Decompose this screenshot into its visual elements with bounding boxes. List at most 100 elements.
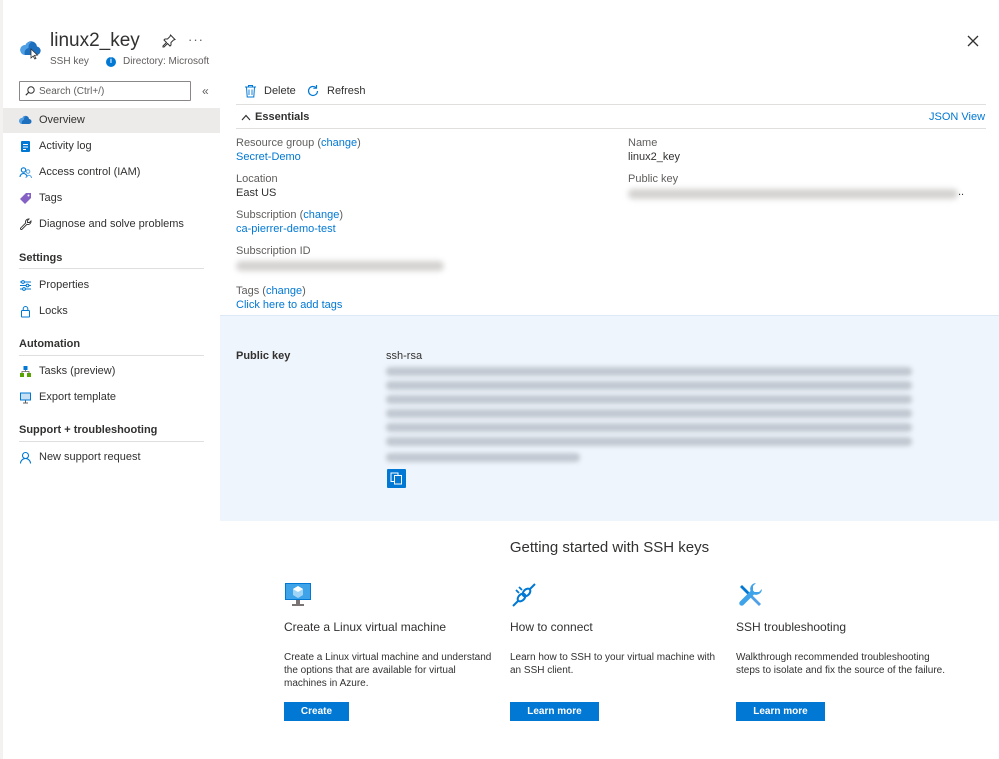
chevron-up-icon[interactable] — [241, 114, 251, 121]
location-value: East US — [236, 187, 277, 199]
sidebar-item-label: Diagnose and solve problems — [39, 218, 184, 230]
sidebar-item-label: Tags — [39, 192, 63, 204]
sidebar-item-label: Tasks (preview) — [39, 365, 116, 377]
sidebar-item-export-template[interactable]: Export template — [3, 385, 220, 410]
location-label: Location — [236, 173, 278, 185]
info-icon: i — [106, 57, 116, 67]
subscription-field: Subscription (change) — [236, 209, 344, 221]
sidebar-item-label: Activity log — [39, 140, 92, 152]
lock-icon — [21, 306, 30, 318]
cloud-key-icon — [19, 115, 32, 124]
section-divider — [19, 441, 204, 442]
card-title: Create a Linux virtual machine — [284, 620, 447, 634]
copy-icon — [390, 472, 402, 485]
public-key-blur-line — [386, 381, 912, 390]
card-description: Learn how to SSH to your virtual machine… — [510, 652, 716, 676]
public-key-panel-label: Public key — [236, 350, 291, 362]
public-key-blur-line — [386, 423, 912, 432]
public-key-blur-line — [386, 437, 912, 446]
section-divider — [19, 268, 204, 269]
sidebar-item-label: Locks — [39, 305, 68, 317]
public-key-blur-line — [386, 367, 912, 376]
public-key-type: ssh-rsa — [386, 350, 423, 362]
wrench-icon — [20, 218, 32, 230]
sidebar-item-label: New support request — [39, 451, 141, 463]
refresh-icon — [307, 85, 319, 97]
more-options-icon[interactable]: ··· — [188, 32, 204, 47]
change-resource-group-link[interactable]: change — [321, 137, 357, 149]
name-value: linux2_key — [628, 151, 680, 163]
sidebar-section-settings: Settings — [19, 252, 63, 264]
sidebar-section-support: Support + troubleshooting — [19, 424, 158, 436]
how-to-connect-learn-more-button[interactable]: Learn more — [510, 702, 599, 721]
subscription-id-label: Subscription ID — [236, 245, 311, 257]
tag-icon — [20, 193, 31, 204]
json-view-link[interactable]: JSON View — [929, 111, 985, 123]
sidebar-item-tags[interactable]: Tags — [3, 186, 220, 211]
resource-group-value[interactable]: Secret-Demo — [236, 151, 301, 163]
tools-icon — [739, 583, 762, 606]
change-subscription-link[interactable]: change — [303, 209, 339, 221]
sidebar-item-label: Access control (IAM) — [39, 166, 141, 178]
delete-button[interactable]: Delete — [244, 83, 296, 99]
public-key-panel — [220, 315, 999, 521]
sidebar-item-tasks[interactable]: Tasks (preview) — [3, 359, 220, 384]
subscription-value[interactable]: ca-pierrer-demo-test — [236, 223, 336, 235]
change-tags-link[interactable]: change — [266, 285, 302, 297]
name-label: Name — [628, 137, 658, 149]
public-key-blur-line — [386, 409, 912, 418]
sidebar-item-activity-log[interactable]: Activity log — [3, 134, 220, 159]
sidebar-section-automation: Automation — [19, 338, 81, 350]
search-box[interactable] — [19, 81, 191, 101]
resource-group-field: Resource group (change) — [236, 137, 361, 149]
collapse-sidebar-icon[interactable]: « — [202, 84, 209, 98]
public-key-blur-line — [386, 395, 912, 404]
ssh-key-resource-icon — [20, 41, 41, 60]
people-icon — [19, 167, 32, 179]
virtual-machine-icon — [285, 583, 311, 606]
directory-label: Directory: Microsoft — [123, 56, 210, 67]
essentials-header[interactable]: Essentials — [255, 111, 309, 123]
page-title: linux2_key — [50, 30, 140, 51]
command-bar-divider — [236, 104, 986, 105]
tags-field: Tags (change) — [236, 285, 306, 297]
public-key-label: Public key — [628, 173, 679, 185]
public-key-ellipsis: .. — [958, 186, 965, 198]
card-description: Create a Linux virtual machine and under… — [284, 652, 492, 689]
subscription-id-redacted — [236, 261, 444, 271]
export-template-icon — [20, 392, 31, 404]
add-tags-link[interactable]: Click here to add tags — [236, 299, 342, 311]
public-key-blur-line — [386, 453, 580, 462]
trash-icon — [245, 85, 256, 98]
card-title: How to connect — [510, 620, 593, 634]
resource-type: SSH key — [50, 56, 89, 67]
tasks-icon — [20, 366, 31, 377]
sidebar-item-locks[interactable]: Locks — [3, 299, 220, 324]
refresh-button[interactable]: Refresh — [306, 83, 366, 99]
getting-started-title: Getting started with SSH keys — [509, 539, 710, 556]
properties-icon — [20, 280, 31, 291]
create-vm-button[interactable]: Create — [284, 702, 349, 721]
close-icon[interactable] — [966, 34, 980, 48]
sidebar-item-access-control[interactable]: Access control (IAM) — [3, 160, 220, 185]
copy-to-clipboard-button[interactable] — [387, 469, 406, 488]
search-icon — [25, 86, 35, 96]
support-icon — [19, 451, 32, 464]
pin-icon[interactable] — [162, 34, 176, 48]
plug-connect-icon — [512, 583, 536, 607]
sidebar-item-diagnose[interactable]: Diagnose and solve problems — [3, 212, 220, 237]
sidebar-item-properties[interactable]: Properties — [3, 273, 220, 298]
search-input[interactable] — [39, 84, 187, 98]
sidebar-item-label: Export template — [39, 391, 117, 403]
card-description: Walkthrough recommended troubleshooting … — [736, 652, 946, 676]
ssh-troubleshooting-learn-more-button[interactable]: Learn more — [736, 702, 825, 721]
card-title: SSH troubleshooting — [736, 620, 847, 634]
section-divider — [19, 355, 204, 356]
public-key-redacted — [628, 189, 958, 199]
essentials-divider — [236, 128, 986, 129]
sidebar-item-label: Overview — [39, 114, 85, 126]
sidebar-item-new-support-request[interactable]: New support request — [3, 445, 220, 470]
sidebar-item-label: Properties — [39, 279, 90, 291]
sidebar-item-overview[interactable]: Overview — [3, 108, 220, 133]
activity-log-icon — [21, 141, 30, 152]
